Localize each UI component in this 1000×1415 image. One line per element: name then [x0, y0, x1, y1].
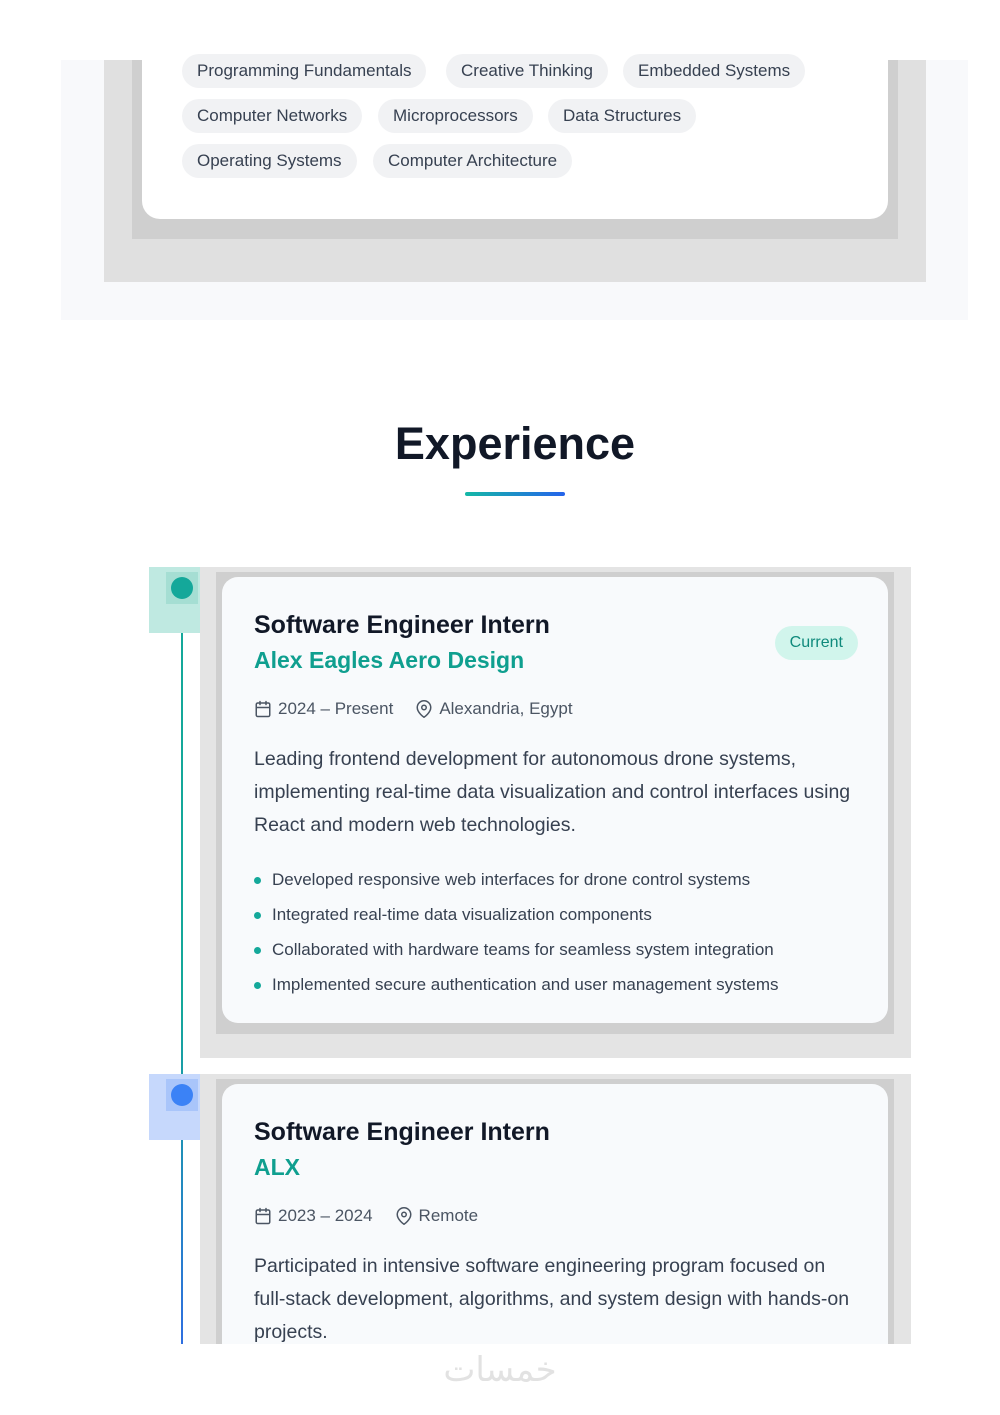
company-name: ALX	[254, 1154, 300, 1180]
calendar-icon	[255, 700, 271, 718]
job-description: Leading frontend development for autonom…	[254, 748, 851, 836]
skill-tag: Creative Thinking	[446, 54, 608, 88]
bullet-dot	[254, 947, 261, 955]
location-pin-icon	[416, 700, 432, 718]
job-dates-text: 2024 – Present	[278, 699, 394, 718]
company-name: Alex Eagles Aero Design	[254, 647, 525, 673]
watermark: خمسات	[443, 1350, 557, 1390]
job-title: Software Engineer Intern	[254, 611, 550, 639]
location-pin-icon	[396, 1207, 412, 1225]
job-title: Software Engineer Intern	[254, 1118, 550, 1146]
job-dates: 2024 – Present	[254, 699, 393, 719]
job-dates: 2023 – 2024	[254, 1206, 373, 1226]
skill-tag: Computer Architecture	[373, 144, 573, 178]
experience-card: Software Engineer Intern ALX 2023 – 2024…	[222, 1084, 888, 1344]
highlight-item: Developed responsive web interfaces for …	[254, 862, 856, 897]
skill-tag: Operating Systems	[182, 144, 357, 178]
job-description: Participated in intensive software engin…	[254, 1255, 850, 1343]
highlight-text: Implemented secure authentication and us…	[272, 975, 779, 995]
heading-underline	[465, 492, 565, 496]
experience-heading: Experience	[394, 418, 636, 469]
timeline-dot	[171, 1084, 193, 1106]
bullet-dot	[254, 876, 261, 884]
timeline-dot	[171, 577, 193, 599]
highlight-text: Collaborated with hardware teams for sea…	[272, 940, 774, 960]
job-meta: 2024 – Present Alexandria, Egypt	[254, 697, 856, 721]
experience-card: Software Engineer Intern Alex Eagles Aer…	[222, 577, 888, 1023]
timeline-line	[181, 588, 183, 1344]
current-badge: Current	[774, 626, 858, 660]
bullet-dot	[254, 911, 261, 919]
calendar-icon	[255, 1207, 271, 1225]
job-dates-text: 2023 – 2024	[278, 1206, 373, 1225]
skill-tag: Embedded Systems	[623, 54, 806, 88]
bullet-dot	[254, 982, 261, 990]
skill-tag: Computer Networks	[182, 99, 363, 133]
job-meta: 2023 – 2024 Remote	[254, 1204, 856, 1228]
highlight-text: Developed responsive web interfaces for …	[272, 869, 751, 889]
job-location: Remote	[395, 1206, 479, 1226]
job-location-text: Alexandria, Egypt	[439, 699, 573, 718]
highlight-item: Integrated real-time data visualization …	[254, 897, 856, 932]
skills-card: Programming Fundamentals Creative Thinki…	[142, 54, 888, 219]
skill-tag: Data Structures	[548, 99, 697, 133]
highlight-item: Collaborated with hardware teams for sea…	[254, 932, 856, 967]
highlight-text: Integrated real-time data visualization …	[272, 904, 652, 924]
job-highlights: Developed responsive web interfaces for …	[254, 862, 856, 1003]
job-location: Alexandria, Egypt	[415, 699, 573, 719]
job-location-text: Remote	[418, 1206, 479, 1225]
highlight-item: Implemented secure authentication and us…	[254, 967, 856, 1002]
skill-tag: Microprocessors	[378, 99, 533, 133]
skill-tag: Programming Fundamentals	[182, 54, 427, 88]
